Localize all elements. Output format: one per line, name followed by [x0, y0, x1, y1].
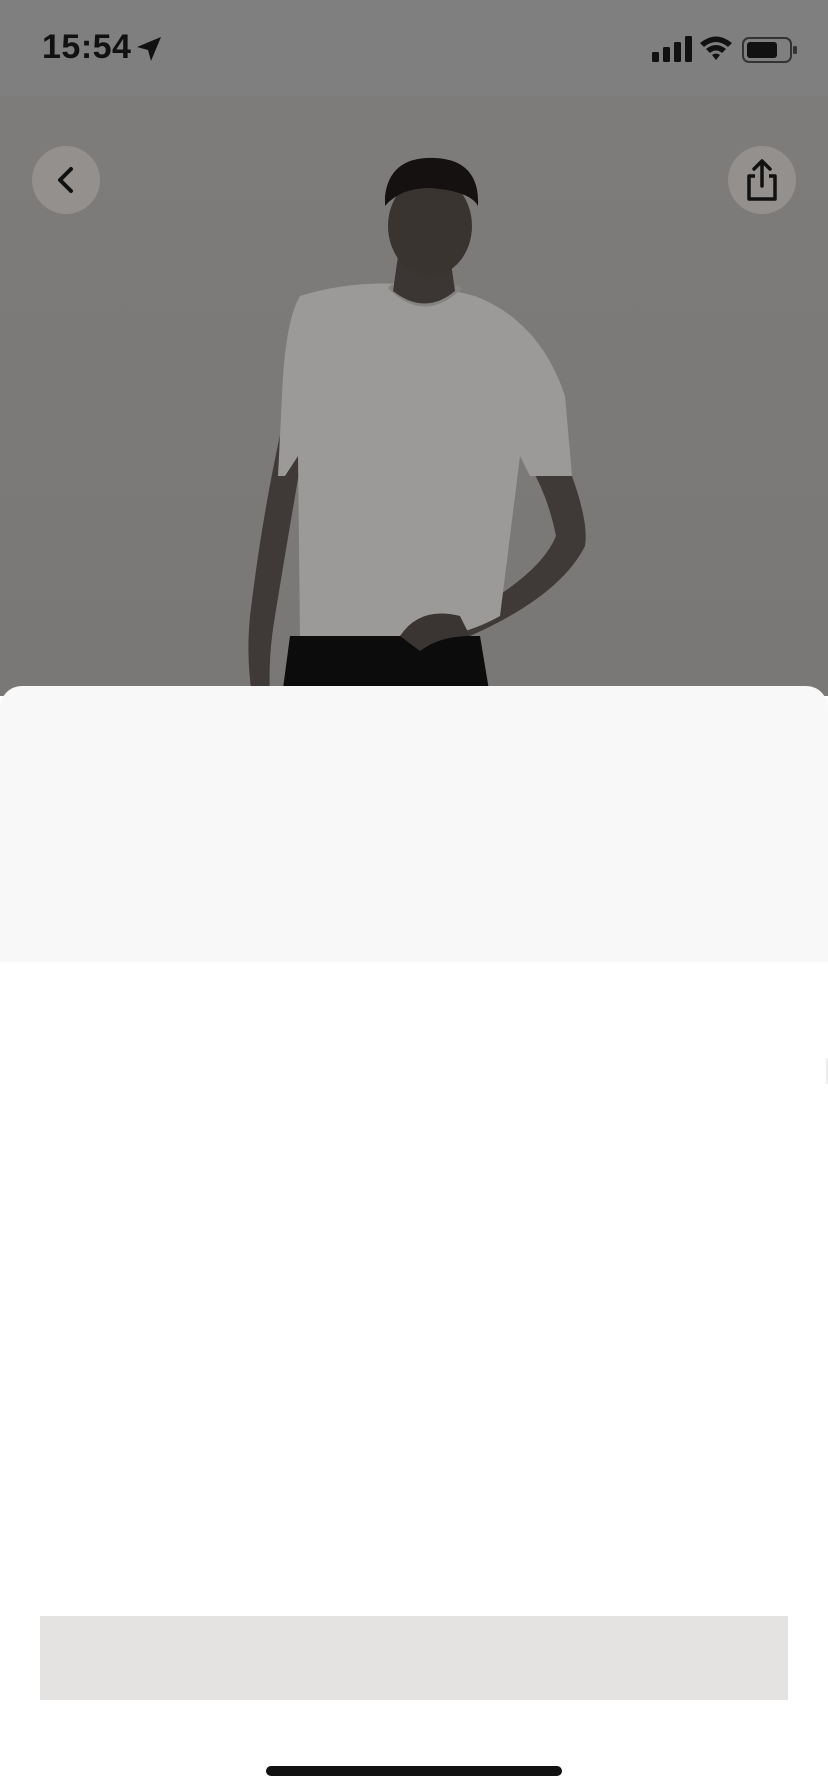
location-arrow-icon — [137, 37, 161, 61]
back-button[interactable] — [32, 146, 100, 214]
status-time: 15:54 — [42, 28, 132, 66]
home-indicator[interactable] — [266, 1766, 562, 1776]
product-photo — [0, 96, 828, 696]
product-info-panel — [0, 686, 828, 962]
wifi-icon — [700, 36, 732, 60]
share-icon — [747, 159, 777, 201]
share-button[interactable] — [728, 146, 796, 214]
product-image[interactable] — [0, 96, 828, 696]
status-bar: 15:54 — [0, 0, 828, 96]
battery-icon — [742, 37, 797, 63]
chevron-left-icon — [58, 167, 73, 193]
add-to-bag-placeholder[interactable] — [40, 1616, 788, 1700]
cellular-signal-icon — [652, 36, 692, 62]
